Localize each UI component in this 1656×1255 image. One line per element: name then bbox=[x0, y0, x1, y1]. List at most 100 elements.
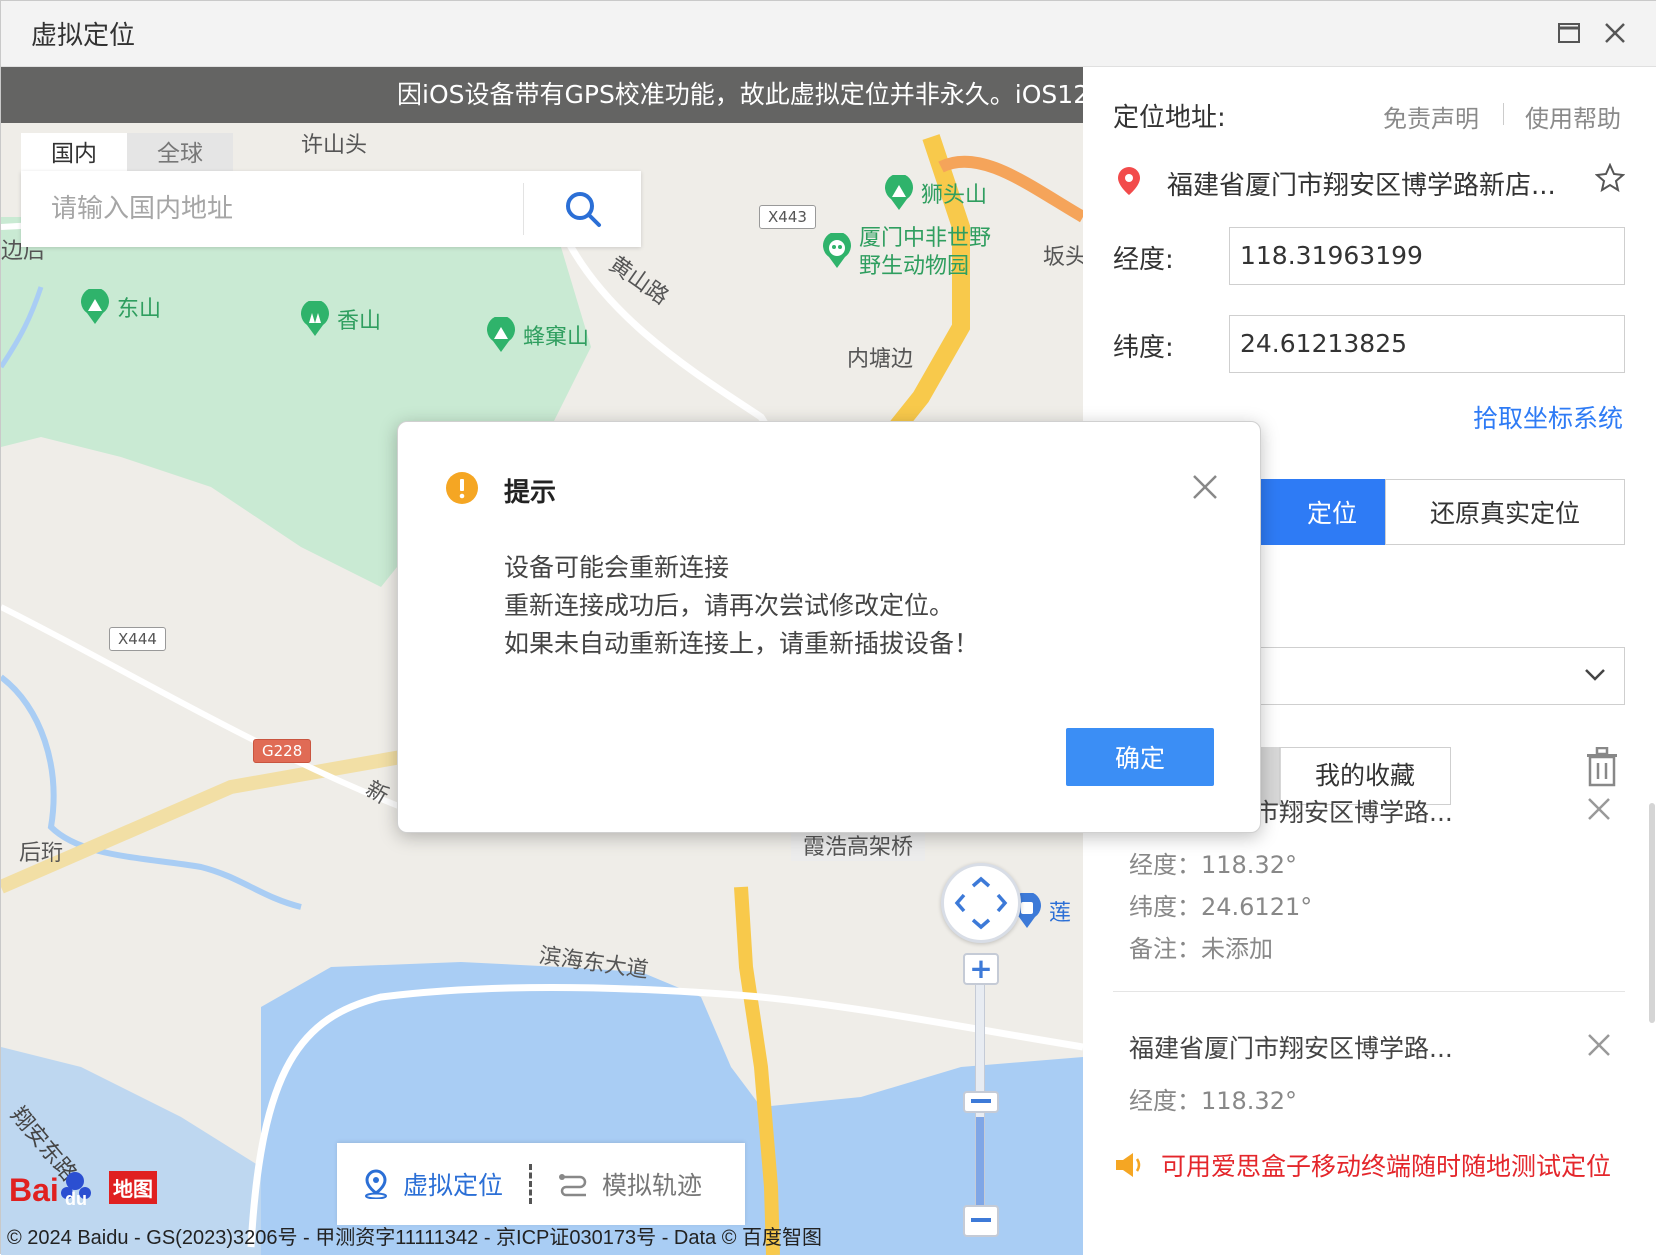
close-window-button[interactable] bbox=[1597, 15, 1633, 51]
address-label: 定位地址: bbox=[1113, 103, 1226, 133]
zoom-slider-fill bbox=[976, 1117, 984, 1207]
close-icon bbox=[1605, 23, 1625, 43]
pan-arrows-icon bbox=[954, 876, 1008, 930]
pick-coordinate-link[interactable]: 拾取坐标系统 bbox=[1473, 399, 1623, 435]
poi-shitoushan[interactable]: 狮头山 bbox=[883, 175, 987, 211]
road-tag-g228: G228 bbox=[253, 739, 312, 763]
mountain-pin-icon bbox=[885, 175, 913, 210]
poi-zoo-label: 厦门中非世野 野生动物园 bbox=[859, 225, 991, 281]
favorite-note: 备注：未添加 bbox=[1129, 935, 1273, 963]
map-label-neitangbian: 内塘边 bbox=[847, 347, 914, 372]
chevron-down-icon bbox=[1585, 669, 1605, 681]
virtual-location-mode[interactable]: 虚拟定位 bbox=[337, 1166, 529, 1202]
simulate-track-label: 模拟轨迹 bbox=[602, 1171, 703, 1200]
search-icon bbox=[565, 192, 601, 227]
latitude-label: 纬度: bbox=[1113, 333, 1174, 363]
location-pin-icon bbox=[365, 1169, 387, 1199]
tab-global[interactable]: 全球 bbox=[127, 133, 233, 175]
dialog-message-line: 如果未自动重新连接上，请重新插拔设备！ bbox=[504, 629, 980, 658]
simulate-track-mode[interactable]: 模拟轨迹 bbox=[532, 1166, 728, 1202]
close-icon[interactable] bbox=[1585, 1031, 1613, 1059]
search-button[interactable] bbox=[523, 183, 641, 235]
svg-text:du: du bbox=[65, 1189, 87, 1207]
ok-button[interactable]: 确定 bbox=[1066, 728, 1214, 786]
dialog-message-line: 重新连接成功后，请再次尝试修改定位。 bbox=[504, 591, 955, 620]
map-label-xushantou: 许山头 bbox=[301, 133, 368, 158]
maximize-icon bbox=[1558, 23, 1580, 43]
longitude-input[interactable]: 118.31963199 bbox=[1229, 227, 1625, 285]
search-region-tabs: 国内 全球 bbox=[21, 133, 233, 175]
route-icon bbox=[559, 1174, 587, 1197]
baidu-map-logo: Bai du 地图 bbox=[9, 1167, 157, 1207]
tree-pin-icon bbox=[301, 301, 329, 336]
poi-label: 狮头山 bbox=[921, 183, 988, 208]
minus-icon bbox=[971, 1218, 991, 1222]
panda-pin-icon bbox=[823, 233, 851, 268]
close-icon[interactable] bbox=[1585, 795, 1613, 823]
notice-dialog: 提示 设备可能会重新连接 重新连接成功后，请再次尝试修改定位。 如果未自动重新连… bbox=[397, 421, 1261, 833]
zoom-out-button[interactable] bbox=[963, 1205, 999, 1237]
link-divider bbox=[1503, 103, 1504, 125]
poi-label: 莲 bbox=[1049, 901, 1072, 926]
poi-fengkeshan[interactable]: 蜂窠山 bbox=[485, 317, 589, 353]
restore-location-button[interactable]: 还原真实定位 bbox=[1385, 479, 1625, 545]
svg-text:Bai: Bai bbox=[9, 1172, 59, 1207]
modify-location-label: 定位 bbox=[1306, 499, 1357, 528]
list-divider bbox=[1113, 991, 1625, 992]
disclaimer-link[interactable]: 免责声明 bbox=[1383, 99, 1479, 134]
poi-zoo-line2: 野生动物园 bbox=[859, 254, 970, 279]
map-pan-control[interactable] bbox=[941, 863, 1021, 943]
ios-notice-banner: 因iOS设备带有GPS校准功能，故此虚拟定位并非永久。iOS12及 bbox=[1, 67, 1083, 123]
baidu-logo-icon: Bai du bbox=[9, 1172, 91, 1207]
tab-domestic[interactable]: 国内 bbox=[21, 133, 127, 175]
map-copyright: © 2024 Baidu - GS(2023)3206号 - 甲测资字11111… bbox=[7, 1227, 823, 1249]
mobile-tip-text: 可用爱思盒子移动终端随时随地测试定位 bbox=[1161, 1152, 1612, 1181]
mountain-pin-icon bbox=[81, 289, 109, 324]
poi-label: 东山 bbox=[117, 297, 162, 322]
zoom-in-button[interactable]: + bbox=[963, 953, 999, 985]
help-link[interactable]: 使用帮助 bbox=[1525, 99, 1621, 134]
favorite-title[interactable]: 福建省厦门市翔安区博学路... bbox=[1129, 1029, 1453, 1065]
device-select[interactable] bbox=[1233, 647, 1625, 705]
favorite-longitude: 经度：118.32° bbox=[1129, 851, 1297, 879]
maximize-button[interactable] bbox=[1551, 15, 1587, 51]
map-label-bantou: 坂头 bbox=[1043, 245, 1083, 270]
virtual-location-label: 虚拟定位 bbox=[403, 1171, 504, 1200]
zoom-slider-handle[interactable] bbox=[963, 1091, 999, 1113]
dialog-message-line: 设备可能会重新连接 bbox=[504, 553, 730, 582]
search-box bbox=[21, 171, 641, 247]
favorite-longitude: 经度：118.32° bbox=[1129, 1087, 1297, 1115]
warning-icon bbox=[446, 472, 478, 504]
mobile-tip[interactable]: 可用爱思盒子移动终端随时随地测试定位 bbox=[1113, 1147, 1611, 1183]
location-marker-icon bbox=[1118, 167, 1140, 195]
dialog-title: 提示 bbox=[504, 478, 557, 508]
trash-icon[interactable] bbox=[1585, 747, 1619, 787]
window-title: 虚拟定位 bbox=[31, 21, 136, 51]
favorites-scrollbar[interactable] bbox=[1649, 803, 1655, 1023]
map-label-houfu: 后珩 bbox=[19, 841, 64, 866]
latitude-input[interactable]: 24.61213825 bbox=[1229, 315, 1625, 373]
poi-xiangshan[interactable]: 香山 bbox=[299, 301, 381, 337]
speaker-icon bbox=[1116, 1153, 1141, 1177]
mountain-pin-icon bbox=[487, 317, 515, 352]
poi-zoo-line1: 厦门中非世野 bbox=[859, 226, 992, 251]
close-icon[interactable] bbox=[1192, 474, 1218, 500]
poi-zoo[interactable]: 厦门中非世野 野生动物园 bbox=[821, 225, 991, 281]
address-search-input[interactable] bbox=[21, 171, 521, 247]
star-icon[interactable] bbox=[1595, 163, 1625, 193]
poi-dongshan[interactable]: 东山 bbox=[79, 289, 161, 325]
map-label-xiahao: 霞浩高架桥 bbox=[791, 829, 926, 861]
favorite-latitude: 纬度：24.6121° bbox=[1129, 893, 1313, 921]
poi-label: 蜂窠山 bbox=[523, 325, 590, 350]
minus-icon bbox=[971, 1099, 991, 1103]
longitude-label: 经度: bbox=[1113, 245, 1174, 275]
mode-switch-bar: 虚拟定位 模拟轨迹 bbox=[337, 1143, 745, 1225]
road-tag-x444: X444 bbox=[109, 627, 166, 651]
restore-location-label: 还原真实定位 bbox=[1429, 499, 1580, 528]
baidu-logo-text: 地图 bbox=[109, 1170, 157, 1204]
title-bar: 虚拟定位 bbox=[1, 1, 1656, 67]
current-address: 福建省厦门市翔安区博学路新店... bbox=[1167, 171, 1556, 201]
app-window: 虚拟定位 因iOS设备带有GPS校准功能，故此虚拟定位并非永久。iOS12及 许… bbox=[0, 0, 1656, 1255]
poi-label: 香山 bbox=[337, 309, 382, 334]
road-tag-x443: X443 bbox=[759, 205, 816, 229]
